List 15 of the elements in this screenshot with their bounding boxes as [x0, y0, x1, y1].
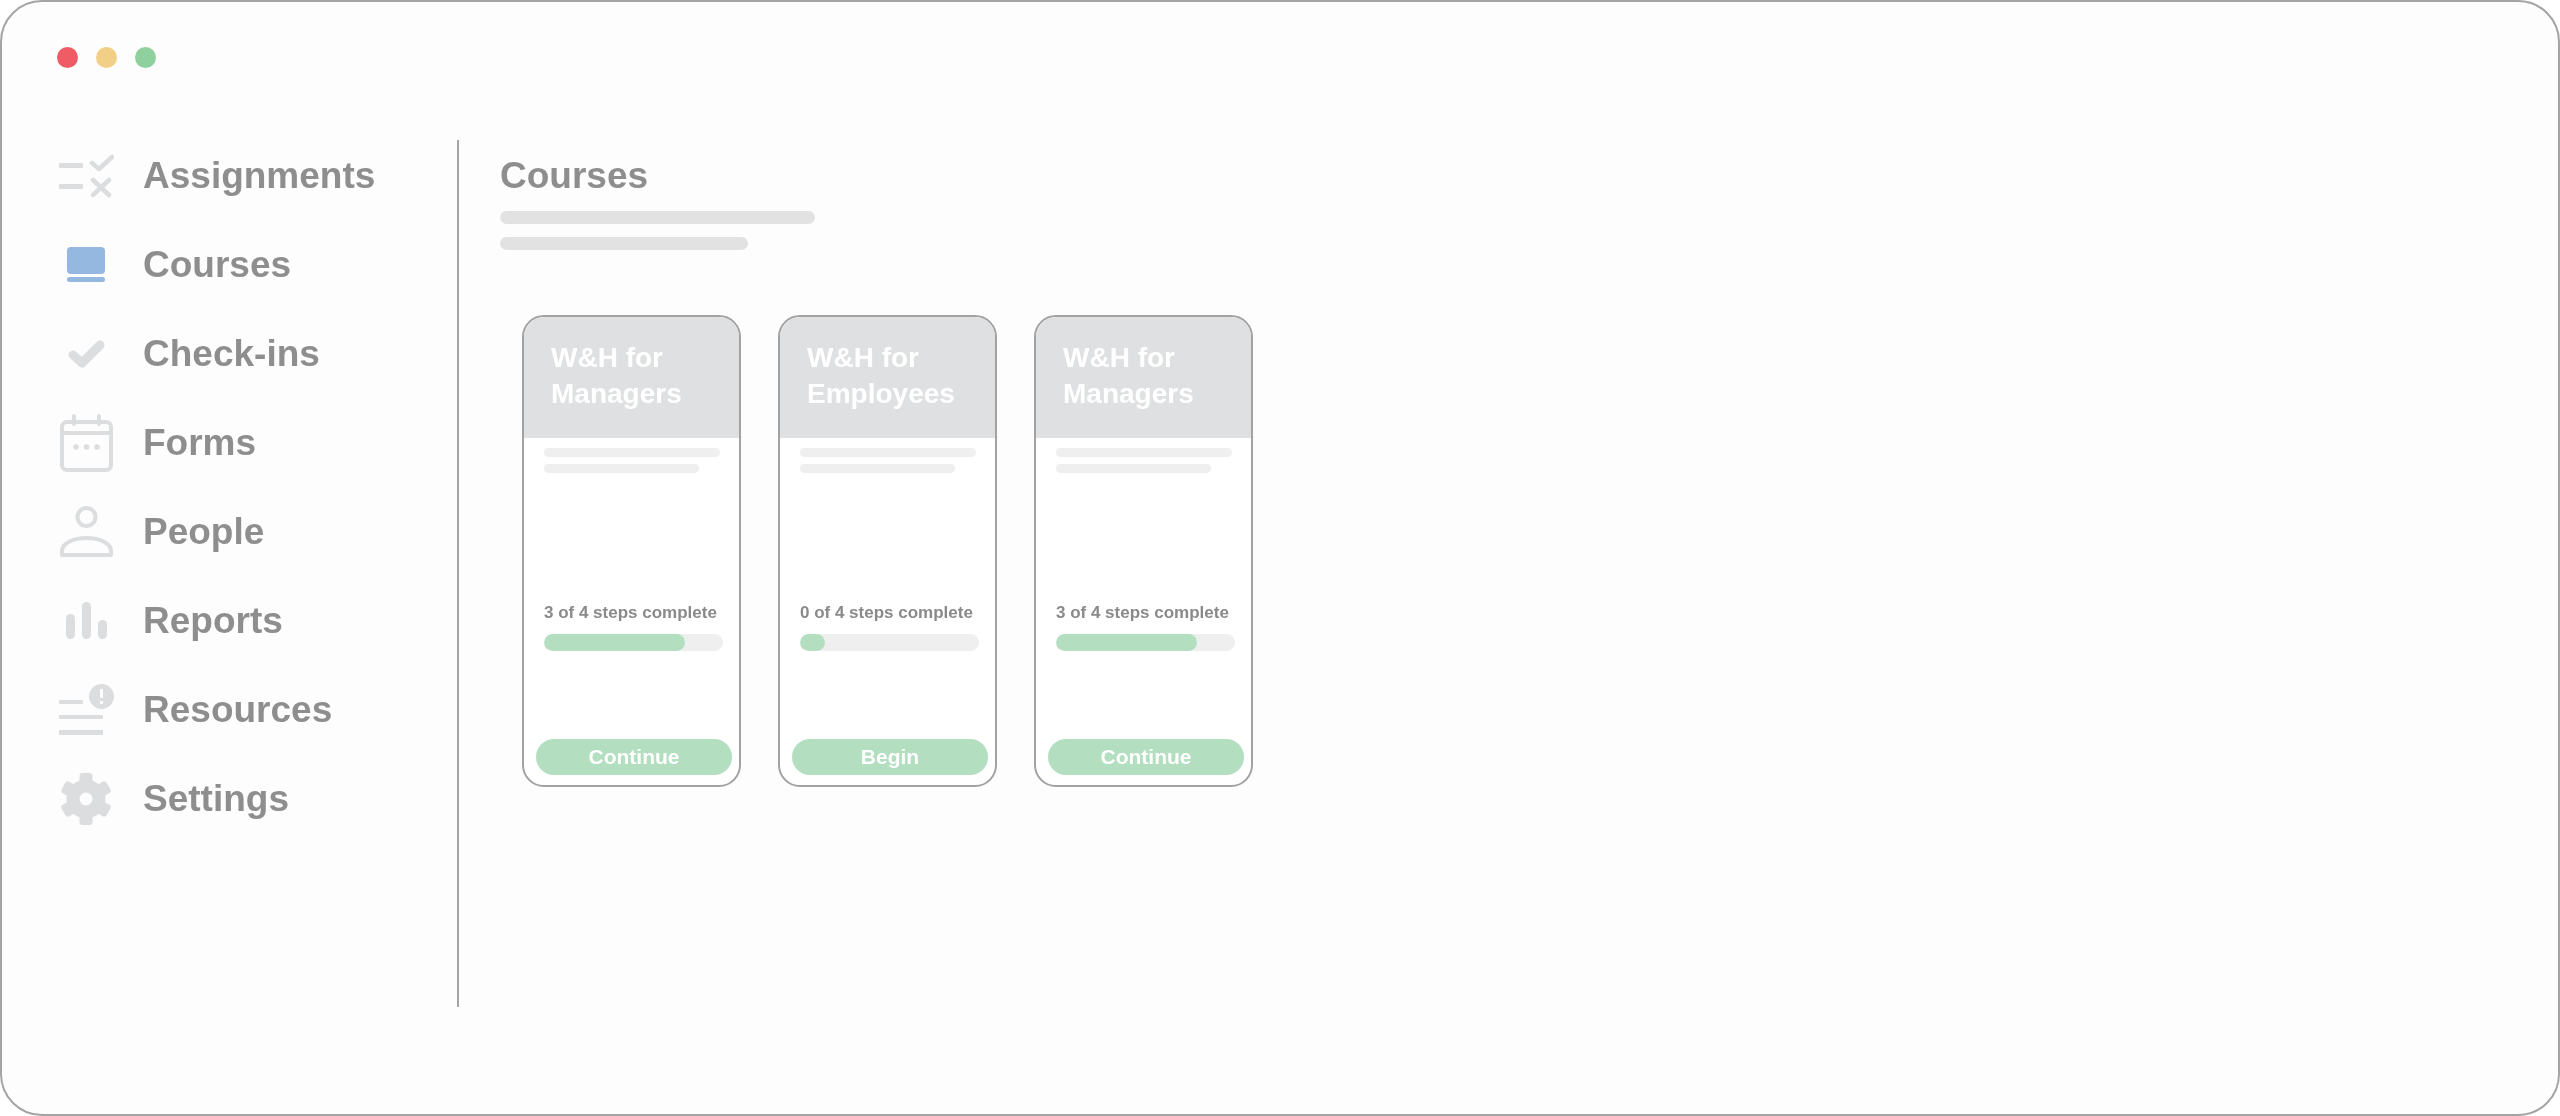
progress-label: 3 of 4 steps complete: [544, 603, 718, 623]
sidebar-item[interactable]: People: [58, 487, 265, 576]
progress-label: 3 of 4 steps complete: [1056, 603, 1230, 623]
sidebar-item[interactable]: Check-ins: [58, 309, 320, 398]
sidebar-item[interactable]: Settings: [58, 754, 289, 843]
sidebar-item[interactable]: Assignments: [58, 131, 376, 220]
sidebar-item[interactable]: Courses: [58, 220, 292, 309]
page-title: Courses: [500, 154, 650, 198]
sidebar-item[interactable]: Forms: [58, 398, 257, 487]
maximize-icon[interactable]: [135, 47, 156, 68]
close-icon[interactable]: [57, 47, 78, 68]
progress-label: 0 of 4 steps complete: [800, 603, 974, 623]
sidebar-item[interactable]: Resources: [58, 665, 333, 754]
sidebar-item[interactable]: Reports: [58, 576, 283, 665]
minimize-icon[interactable]: [96, 47, 117, 68]
